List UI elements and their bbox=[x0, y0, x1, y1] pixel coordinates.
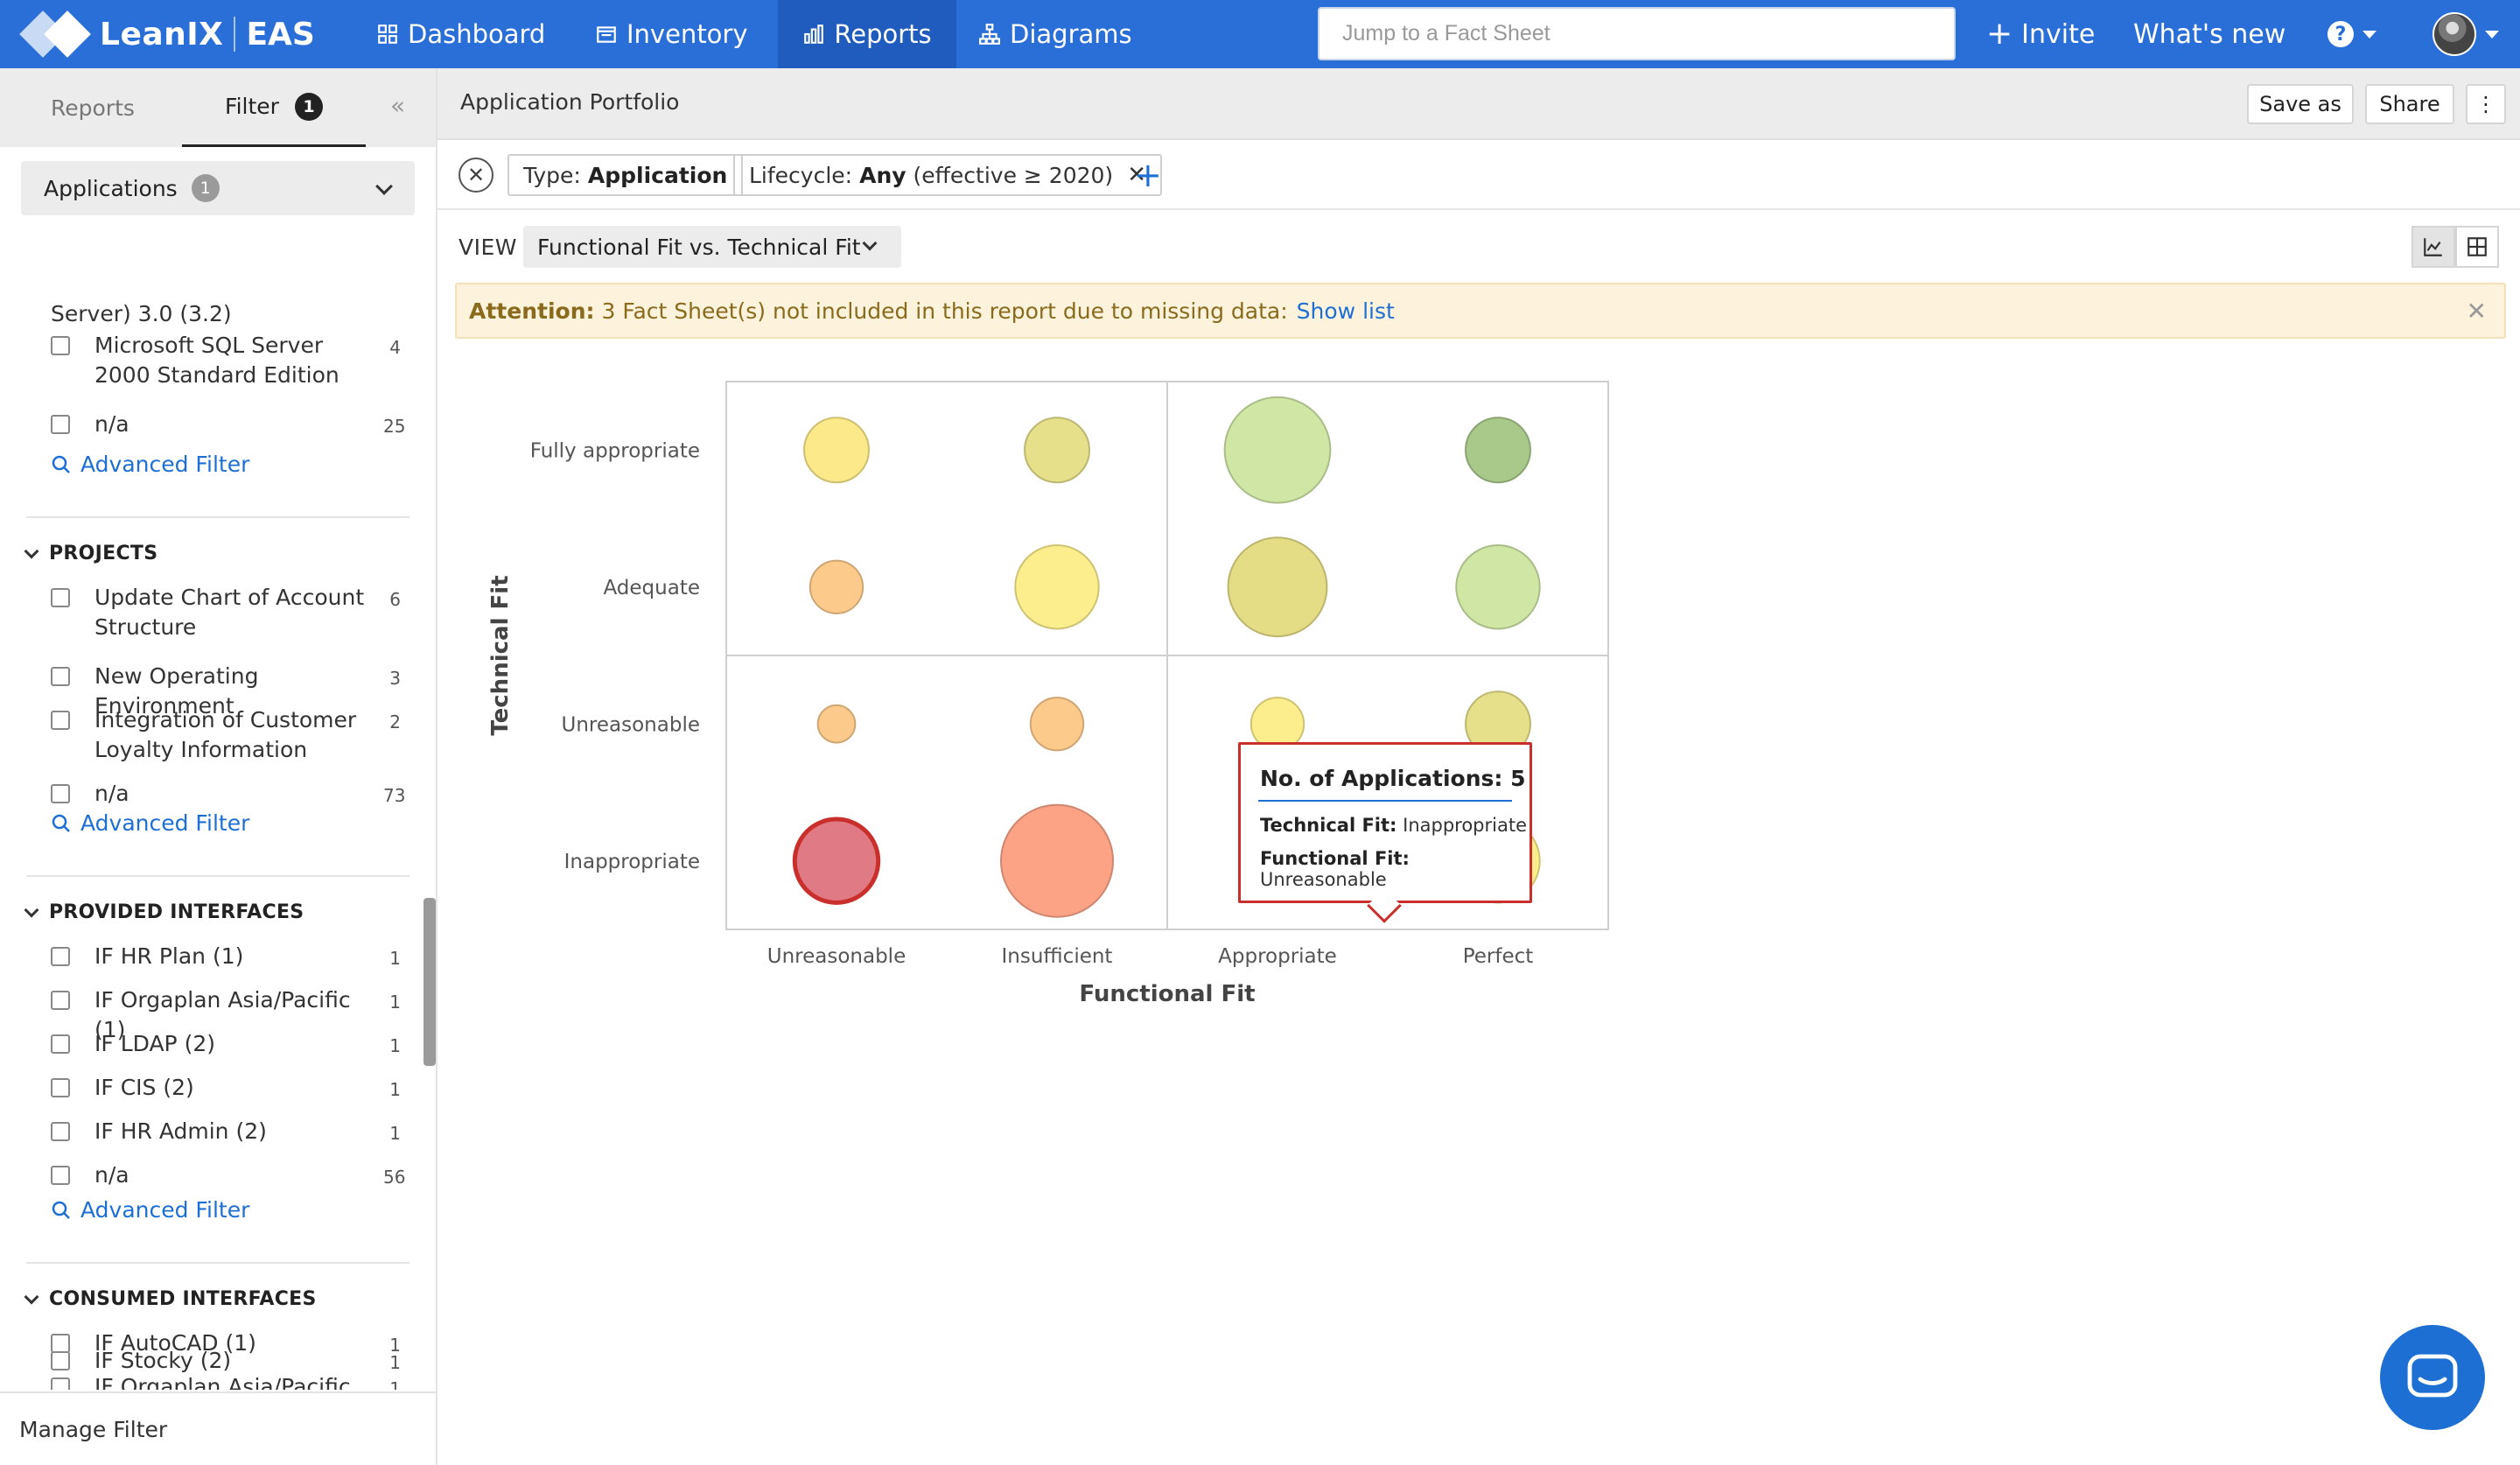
bubble bbox=[1024, 417, 1090, 484]
checkbox[interactable] bbox=[51, 1166, 70, 1185]
top-navbar: LeanIX EAS Dashboard Inventory Reports D… bbox=[0, 0, 2520, 68]
workspace-name: EAS bbox=[246, 16, 315, 53]
checkbox[interactable] bbox=[51, 784, 70, 803]
search-icon bbox=[52, 455, 70, 473]
filter-option[interactable]: Update Chart of Account Structure 6 bbox=[51, 583, 401, 642]
bubble bbox=[803, 417, 870, 484]
checkbox[interactable] bbox=[51, 1351, 70, 1370]
x-tick-label: Appropriate bbox=[1218, 945, 1337, 968]
dashboard-icon bbox=[378, 25, 397, 44]
filter-count-badge: 1 bbox=[294, 92, 323, 121]
checkbox[interactable] bbox=[51, 667, 70, 686]
search-icon bbox=[52, 1201, 70, 1219]
x-tick-label: Unreasonable bbox=[767, 945, 906, 968]
search-icon bbox=[52, 814, 70, 832]
checkbox[interactable] bbox=[51, 415, 70, 434]
chevron-down-icon bbox=[2485, 30, 2499, 39]
checkbox[interactable] bbox=[51, 947, 70, 966]
y-tick-label: Unreasonable bbox=[562, 713, 700, 736]
nav-diagrams[interactable]: Diagrams bbox=[978, 0, 1132, 68]
chevron-down-icon bbox=[24, 543, 39, 558]
checkbox[interactable] bbox=[51, 336, 70, 355]
filter-option[interactable]: IF Stocky (2) 1 bbox=[51, 1346, 401, 1377]
chevron-down-icon bbox=[375, 178, 393, 195]
filter-option[interactable]: Integration of Customer Loyalty Informat… bbox=[51, 705, 401, 765]
leanix-logo[interactable]: LeanIX EAS bbox=[19, 9, 315, 60]
filter-option[interactable]: n/a 25 bbox=[51, 410, 405, 441]
bubble bbox=[1455, 544, 1541, 630]
section-consumed-interfaces[interactable]: CONSUMED INTERFACES bbox=[24, 1288, 317, 1310]
fact-sheet-type-dropdown[interactable]: Applications 1 bbox=[21, 161, 415, 215]
help-icon: ? bbox=[2328, 21, 2354, 47]
checkbox[interactable] bbox=[51, 588, 70, 607]
y-tick-label: Fully appropriate bbox=[530, 439, 700, 462]
checkbox[interactable] bbox=[51, 711, 70, 730]
bubble bbox=[1014, 544, 1100, 630]
collapse-sidebar-icon[interactable]: « bbox=[390, 91, 405, 120]
section-provided-interfaces[interactable]: PROVIDED INTERFACES bbox=[24, 901, 304, 923]
type-count-badge: 1 bbox=[191, 174, 220, 202]
filter-sidebar: Reports Filter 1 « Applications 1 Server… bbox=[0, 68, 438, 1465]
filter-option[interactable]: IF HR Admin (2) 1 bbox=[51, 1117, 401, 1148]
bubble bbox=[1223, 396, 1332, 504]
plus-icon: + bbox=[1986, 16, 2013, 52]
checkbox[interactable] bbox=[51, 1122, 70, 1141]
filter-option[interactable]: IF HR Plan (1) 1 bbox=[51, 942, 401, 973]
section-projects[interactable]: PROJECTS bbox=[24, 543, 158, 564]
filter-option[interactable]: IF LDAP (2) 1 bbox=[51, 1029, 401, 1061]
bubble bbox=[808, 559, 864, 614]
checkbox[interactable] bbox=[51, 1377, 70, 1390]
advanced-filter-link[interactable]: Advanced Filter bbox=[51, 452, 249, 477]
bubble bbox=[816, 704, 857, 744]
logo-text: LeanIX bbox=[100, 16, 224, 53]
filter-option[interactable]: IF CIS (2) 1 bbox=[51, 1073, 401, 1104]
bubble bbox=[1000, 803, 1114, 918]
inventory-icon bbox=[597, 26, 616, 43]
invite-button[interactable]: + Invite bbox=[1986, 0, 2095, 68]
checkbox[interactable] bbox=[51, 1034, 70, 1054]
bubble bbox=[1465, 417, 1531, 484]
chart-tooltip: No. of Applications: 5 Technical Fit: In… bbox=[1238, 742, 1532, 923]
manage-filter-button[interactable]: Manage Filter bbox=[0, 1391, 436, 1465]
chevron-down-icon bbox=[24, 1289, 39, 1304]
nav-dashboard[interactable]: Dashboard bbox=[376, 0, 545, 68]
filter-option[interactable]: n/a 56 bbox=[51, 1160, 405, 1192]
x-tick-label: Perfect bbox=[1463, 945, 1534, 968]
chevron-down-icon bbox=[2362, 30, 2376, 39]
report-main: Application Portfolio Save as Share ⋮ ✕ … bbox=[438, 68, 2520, 1465]
leanix-logo-icon bbox=[19, 9, 91, 60]
x-axis-title: Functional Fit bbox=[1079, 981, 1255, 1007]
y-axis-title: Technical Fit bbox=[487, 575, 514, 735]
help-menu[interactable]: ? bbox=[2328, 0, 2376, 68]
user-menu[interactable] bbox=[2432, 0, 2499, 68]
highlighted-bubble bbox=[792, 817, 881, 905]
nav-inventory[interactable]: Inventory bbox=[595, 0, 748, 68]
whats-new-button[interactable]: What's new bbox=[2133, 0, 2286, 68]
x-tick-label: Insufficient bbox=[1002, 945, 1113, 968]
bubble bbox=[1029, 697, 1085, 752]
tab-filter[interactable]: Filter 1 bbox=[182, 68, 366, 147]
advanced-filter-link[interactable]: Advanced Filter bbox=[51, 1197, 249, 1223]
nav-reports[interactable]: Reports bbox=[778, 0, 956, 68]
chevron-down-icon bbox=[24, 902, 39, 917]
chat-icon bbox=[2407, 1354, 2458, 1398]
advanced-filter-link[interactable]: Advanced Filter bbox=[51, 810, 249, 836]
diagrams-icon bbox=[979, 24, 1000, 45]
list-item: Server) 3.0 (3.2) bbox=[51, 301, 232, 326]
y-tick-label: Inappropriate bbox=[564, 851, 700, 873]
filter-list[interactable]: Server) 3.0 (3.2) Microsoft SQL Server 2… bbox=[0, 235, 438, 1390]
jump-to-fact-sheet-input[interactable] bbox=[1318, 7, 1956, 60]
y-tick-label: Adequate bbox=[603, 577, 700, 599]
filter-option[interactable]: n/a 73 bbox=[51, 779, 405, 810]
avatar bbox=[2432, 12, 2476, 56]
tab-reports[interactable]: Reports bbox=[51, 68, 135, 147]
checkbox[interactable] bbox=[51, 991, 70, 1010]
reports-icon bbox=[804, 25, 824, 44]
sidebar-tabs: Reports Filter 1 « bbox=[0, 68, 436, 147]
filter-option[interactable]: Microsoft SQL Server 2000 Standard Editi… bbox=[51, 331, 401, 390]
sidebar-scrollbar[interactable] bbox=[424, 898, 436, 1066]
checkbox[interactable] bbox=[51, 1078, 70, 1097]
chat-support-button[interactable] bbox=[2380, 1325, 2485, 1430]
bubble bbox=[1227, 536, 1328, 638]
